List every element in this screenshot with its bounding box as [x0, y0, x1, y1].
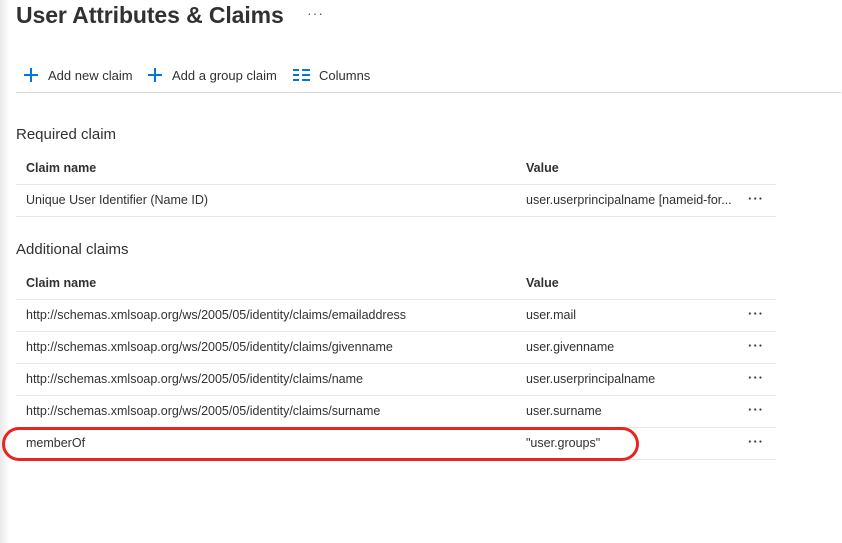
add-new-claim-button[interactable]: Add new claim	[23, 64, 133, 86]
row-more-button[interactable]: ···	[748, 364, 764, 392]
claim-value: user.userprincipalname [nameid-for...	[526, 193, 732, 207]
required-claims-grid: Claim name Value Unique User Identifier …	[16, 153, 776, 217]
claim-name: http://schemas.xmlsoap.org/ws/2005/05/id…	[26, 372, 363, 386]
page-title: User Attributes & Claims	[16, 2, 284, 28]
additional-claims-heading: Additional claims	[16, 241, 129, 258]
add-group-claim-button[interactable]: Add a group claim	[147, 64, 277, 86]
add-group-claim-label: Add a group claim	[172, 67, 277, 83]
claim-name: http://schemas.xmlsoap.org/ws/2005/05/id…	[26, 404, 381, 418]
plus-icon	[23, 67, 39, 83]
plus-icon	[147, 67, 163, 83]
claim-value: user.userprincipalname	[526, 372, 656, 386]
highlight-annotation	[2, 427, 639, 461]
more-actions-button[interactable]: ···	[307, 5, 324, 21]
table-row[interactable]: http://schemas.xmlsoap.org/ws/2005/05/id…	[16, 332, 776, 364]
claim-name: http://schemas.xmlsoap.org/ws/2005/05/id…	[26, 308, 407, 322]
claim-name: http://schemas.xmlsoap.org/ws/2005/05/id…	[26, 340, 393, 354]
row-more-button[interactable]: ···	[748, 396, 764, 424]
row-more-button[interactable]: ···	[748, 428, 764, 456]
add-new-claim-label: Add new claim	[48, 67, 133, 83]
columns-icon	[293, 69, 310, 81]
column-header-claim-name: Claim name	[26, 276, 97, 290]
claim-name: Unique User Identifier (Name ID)	[26, 193, 209, 207]
column-header-value: Value	[526, 276, 559, 290]
table-header-row: Claim name Value	[16, 153, 776, 185]
command-bar: Add new claim Add a group claim Columns	[16, 64, 841, 93]
claim-value: user.mail	[526, 308, 577, 322]
table-row[interactable]: http://schemas.xmlsoap.org/ws/2005/05/id…	[16, 364, 776, 396]
table-row[interactable]: Unique User Identifier (Name ID) user.us…	[16, 185, 776, 217]
side-shadow	[0, 0, 10, 543]
table-row[interactable]: http://schemas.xmlsoap.org/ws/2005/05/id…	[16, 300, 776, 332]
row-more-button[interactable]: ···	[748, 332, 764, 360]
column-header-claim-name: Claim name	[26, 161, 97, 175]
claim-value: user.givenname	[526, 340, 615, 354]
required-claim-heading: Required claim	[16, 126, 117, 143]
row-more-button[interactable]: ···	[748, 185, 764, 213]
table-header-row: Claim name Value	[16, 268, 776, 300]
columns-button[interactable]: Columns	[293, 64, 370, 86]
columns-label: Columns	[319, 67, 371, 83]
row-more-button[interactable]: ···	[748, 300, 764, 328]
column-header-value: Value	[526, 161, 559, 175]
table-row[interactable]: http://schemas.xmlsoap.org/ws/2005/05/id…	[16, 396, 776, 428]
claim-value: user.surname	[526, 404, 602, 418]
